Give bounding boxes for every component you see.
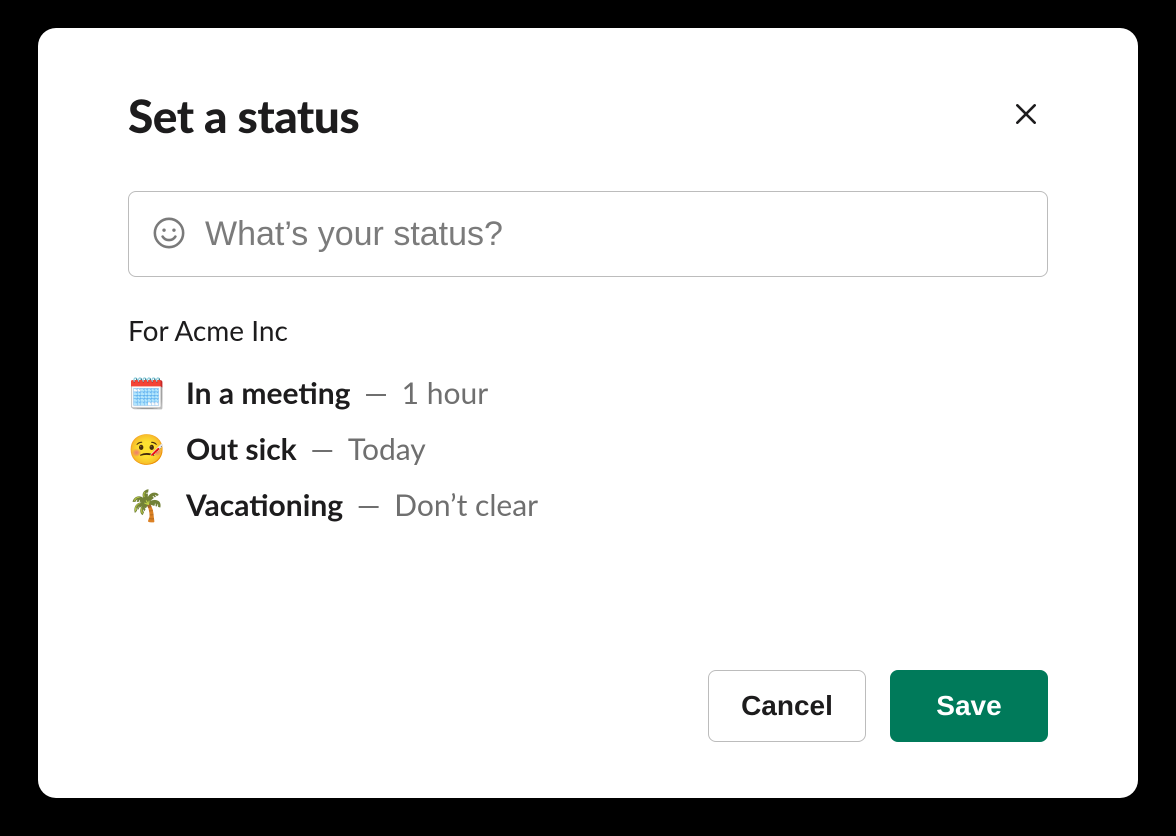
preset-separator: — <box>356 375 395 411</box>
sick-face-icon: 🤒 <box>128 434 164 464</box>
modal-title: Set a status <box>128 88 359 143</box>
emoji-picker-button[interactable] <box>149 214 189 254</box>
modal-backdrop: Set a status <box>0 0 1176 836</box>
preset-label: In a meeting <box>186 375 350 411</box>
status-text-input[interactable] <box>203 214 1027 255</box>
cancel-button[interactable]: Cancel <box>708 670 866 742</box>
preset-text: Out sick — Today <box>186 431 426 467</box>
preset-row[interactable]: 🤒 Out sick — Today <box>128 421 1048 477</box>
status-presets: For Acme Inc 🗓️ In a meeting — 1 hour 🤒 … <box>128 313 1048 533</box>
preset-label: Out sick <box>186 431 297 467</box>
save-button[interactable]: Save <box>890 670 1048 742</box>
preset-duration: Today <box>348 431 426 467</box>
status-input-container[interactable] <box>128 191 1048 277</box>
preset-duration: Don’t clear <box>394 487 538 523</box>
close-icon <box>1013 101 1039 130</box>
preset-text: In a meeting — 1 hour <box>186 375 488 411</box>
calendar-icon: 🗓️ <box>128 378 164 408</box>
set-status-modal: Set a status <box>38 28 1138 798</box>
smiley-icon <box>152 216 186 253</box>
preset-separator: — <box>303 431 342 467</box>
preset-separator: — <box>349 487 388 523</box>
presets-heading: For Acme Inc <box>128 313 1048 347</box>
close-button[interactable] <box>1004 94 1048 138</box>
palm-tree-icon: 🌴 <box>128 490 164 520</box>
preset-row[interactable]: 🗓️ In a meeting — 1 hour <box>128 365 1048 421</box>
modal-footer: Cancel Save <box>708 670 1048 742</box>
preset-row[interactable]: 🌴 Vacationing — Don’t clear <box>128 477 1048 533</box>
preset-text: Vacationing — Don’t clear <box>186 487 538 523</box>
preset-label: Vacationing <box>186 487 343 523</box>
modal-header: Set a status <box>38 28 1138 143</box>
preset-duration: 1 hour <box>402 375 488 411</box>
